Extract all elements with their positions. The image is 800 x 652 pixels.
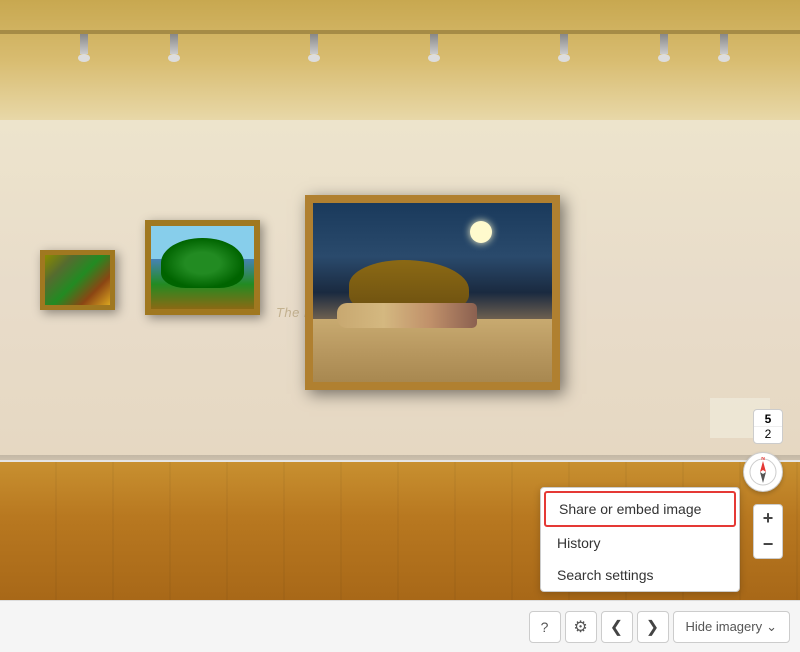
help-icon: ? <box>541 619 549 635</box>
chevron-left-icon: ❮ <box>610 617 623 637</box>
zoom-in-icon: + <box>763 508 774 529</box>
hide-imagery-chevron: ⌄ <box>766 619 777 635</box>
gallery-ceiling <box>0 0 800 120</box>
nav-prev-button[interactable]: ❮ <box>601 611 633 643</box>
menu-item-search-settings[interactable]: Search settings <box>541 559 739 591</box>
gear-icon: ⚙ <box>573 617 587 637</box>
ceiling-light <box>430 34 438 54</box>
compass-button[interactable]: N <box>743 452 783 492</box>
ceiling-light <box>720 34 728 54</box>
ceiling-light <box>310 34 318 54</box>
artwork-canvas-main <box>313 203 552 382</box>
chevron-right-icon: ❯ <box>646 617 659 637</box>
zoom-out-icon: − <box>763 534 774 555</box>
painting-figure <box>337 303 477 328</box>
artwork-canvas-1 <box>45 255 110 305</box>
artwork-medium-2[interactable] <box>145 220 260 315</box>
menu-item-history[interactable]: History <box>541 527 739 559</box>
compass-icon: N <box>748 457 778 487</box>
ceiling-light <box>80 34 88 54</box>
menu-item-share-embed[interactable]: Share or embed image <box>544 491 736 527</box>
svg-text:N: N <box>761 457 765 462</box>
settings-button[interactable]: ⚙ <box>565 611 597 643</box>
ceiling-rail <box>0 30 800 34</box>
bottom-toolbar: ? ⚙ ❮ ❯ Hide imagery ⌄ <box>0 600 800 652</box>
hide-imagery-button[interactable]: Hide imagery ⌄ <box>673 611 791 643</box>
painting-desert <box>313 319 552 382</box>
zoom-in-button[interactable]: + <box>753 504 783 532</box>
painting-moon <box>470 221 492 243</box>
artwork-main[interactable] <box>305 195 560 390</box>
ceiling-light <box>560 34 568 54</box>
gallery-wall: The Marjorie T. and Sid R. Bass Gallery <box>0 120 800 460</box>
help-button[interactable]: ? <box>529 611 561 643</box>
artwork-small-1[interactable] <box>40 250 115 310</box>
ceiling-light <box>660 34 668 54</box>
badge-line1: 5 <box>754 412 782 427</box>
context-menu: Share or embed image History Search sett… <box>540 487 740 592</box>
number-badge: 5 2 <box>753 409 783 444</box>
ceiling-light <box>170 34 178 54</box>
nav-next-button[interactable]: ❯ <box>637 611 669 643</box>
badge-line2: 2 <box>754 427 782 441</box>
artwork-canvas-2 <box>151 226 254 309</box>
zoom-out-button[interactable]: − <box>753 531 783 559</box>
hide-imagery-label: Hide imagery <box>686 619 763 634</box>
